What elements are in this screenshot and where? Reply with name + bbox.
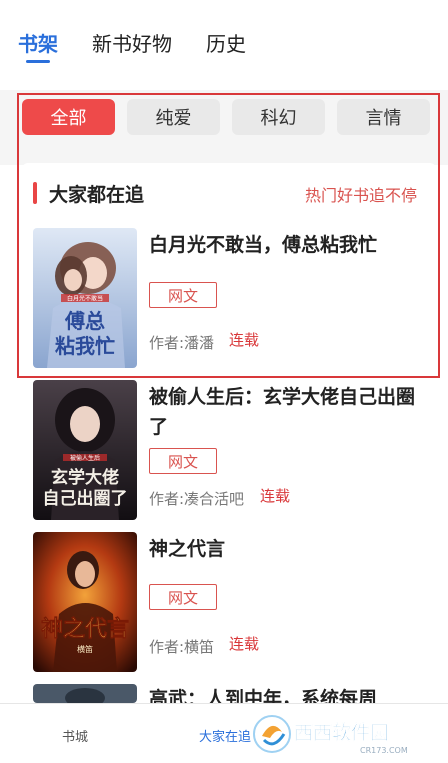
filter-scifi[interactable]: 科幻 [232, 99, 325, 135]
nav-trending[interactable]: 大家在追 [199, 726, 251, 745]
book-author: 作者:潘潘 [149, 334, 215, 352]
cover-subtitle-text: 白月光不敢当 [67, 295, 103, 303]
serial-status: 连载 [229, 331, 260, 349]
category-filter-bar: 全部 纯爱 科幻 言情 [22, 99, 430, 135]
book-title: 高武：人到中年，系统每周 [149, 688, 378, 703]
tab-new-books[interactable]: 新书好物 [92, 28, 172, 57]
filter-all[interactable]: 全部 [22, 99, 115, 135]
cover-subtitle-text: 被偷人生后 [70, 454, 100, 462]
book-cover: 白月光不敢当 傅总 粘我忙 [33, 228, 137, 368]
svg-text:傅总: 傅总 [64, 309, 105, 333]
svg-text:粘我忙: 粘我忙 [55, 334, 115, 358]
book-author: 作者:凑合活吧 [149, 490, 245, 508]
cover-author-text: 横笛 [77, 644, 93, 654]
book-title: 白月光不敢当，傅总粘我忙 [149, 234, 378, 256]
watermark-domain: CR173.COM [360, 746, 408, 755]
book-cover: 被偷人生后 玄学大佬 自己出圈了 [33, 380, 137, 520]
nav-bookstore[interactable]: 书城 [62, 726, 88, 745]
section-more-link[interactable]: 热门好书追不停 [305, 182, 417, 206]
section-accent-bar [33, 182, 37, 204]
tab-new-books-label: 新书好物 [92, 32, 172, 56]
svg-text:自己出圈了: 自己出圈了 [43, 488, 128, 509]
section-header: 大家都在追 热门好书追不停 [33, 180, 423, 206]
filter-pure-love[interactable]: 纯爱 [127, 99, 220, 135]
serial-status: 连载 [260, 487, 291, 505]
book-item[interactable]: 白月光不敢当 傅总 粘我忙 白月光不敢当，傅总粘我忙 网文 作者:潘潘 连载 [33, 228, 433, 368]
serial-status: 连载 [229, 635, 260, 653]
tab-history-label: 历史 [206, 32, 246, 56]
tab-bookshelf[interactable]: 书架 [18, 28, 58, 63]
section-title: 大家都在追 [49, 184, 145, 206]
book-item[interactable]: 神之代言 横笛 神之代言 网文 作者:横笛 连载 [33, 532, 433, 672]
book-title: 神之代言 [149, 538, 226, 560]
genre-tag: 网文 [149, 282, 217, 308]
book-item[interactable]: 被偷人生后 玄学大佬 自己出圈了 被偷人生后：玄学大佬自己出圈了 网文 作者:凑… [33, 380, 433, 520]
tab-history[interactable]: 历史 [206, 28, 246, 57]
top-tab-bar: 书架 新书好物 历史 [0, 0, 448, 72]
bookshelf-screen: 书架 新书好物 历史 全部 纯爱 科幻 言情 大家都在追 热门好书追不停 白月光… [0, 0, 448, 763]
book-item[interactable]: 高武：人到中年，系统每周 [33, 684, 433, 703]
book-title: 被偷人生后：玄学大佬自己出圈了 [149, 386, 416, 438]
watermark-brand: 西西软件园 [294, 721, 389, 744]
genre-tag: 网文 [149, 584, 217, 610]
book-cover [33, 684, 137, 703]
genre-tag: 网文 [149, 448, 217, 474]
filter-romance[interactable]: 言情 [337, 99, 430, 135]
book-cover: 神之代言 横笛 [33, 532, 137, 672]
active-tab-indicator [26, 60, 50, 63]
site-watermark: 西西软件园 CR173.COM [250, 712, 440, 756]
book-author: 作者:横笛 [149, 638, 215, 656]
svg-text:神之代言: 神之代言 [41, 616, 129, 642]
svg-text:玄学大佬: 玄学大佬 [51, 467, 119, 488]
tab-bookshelf-label: 书架 [18, 32, 58, 56]
